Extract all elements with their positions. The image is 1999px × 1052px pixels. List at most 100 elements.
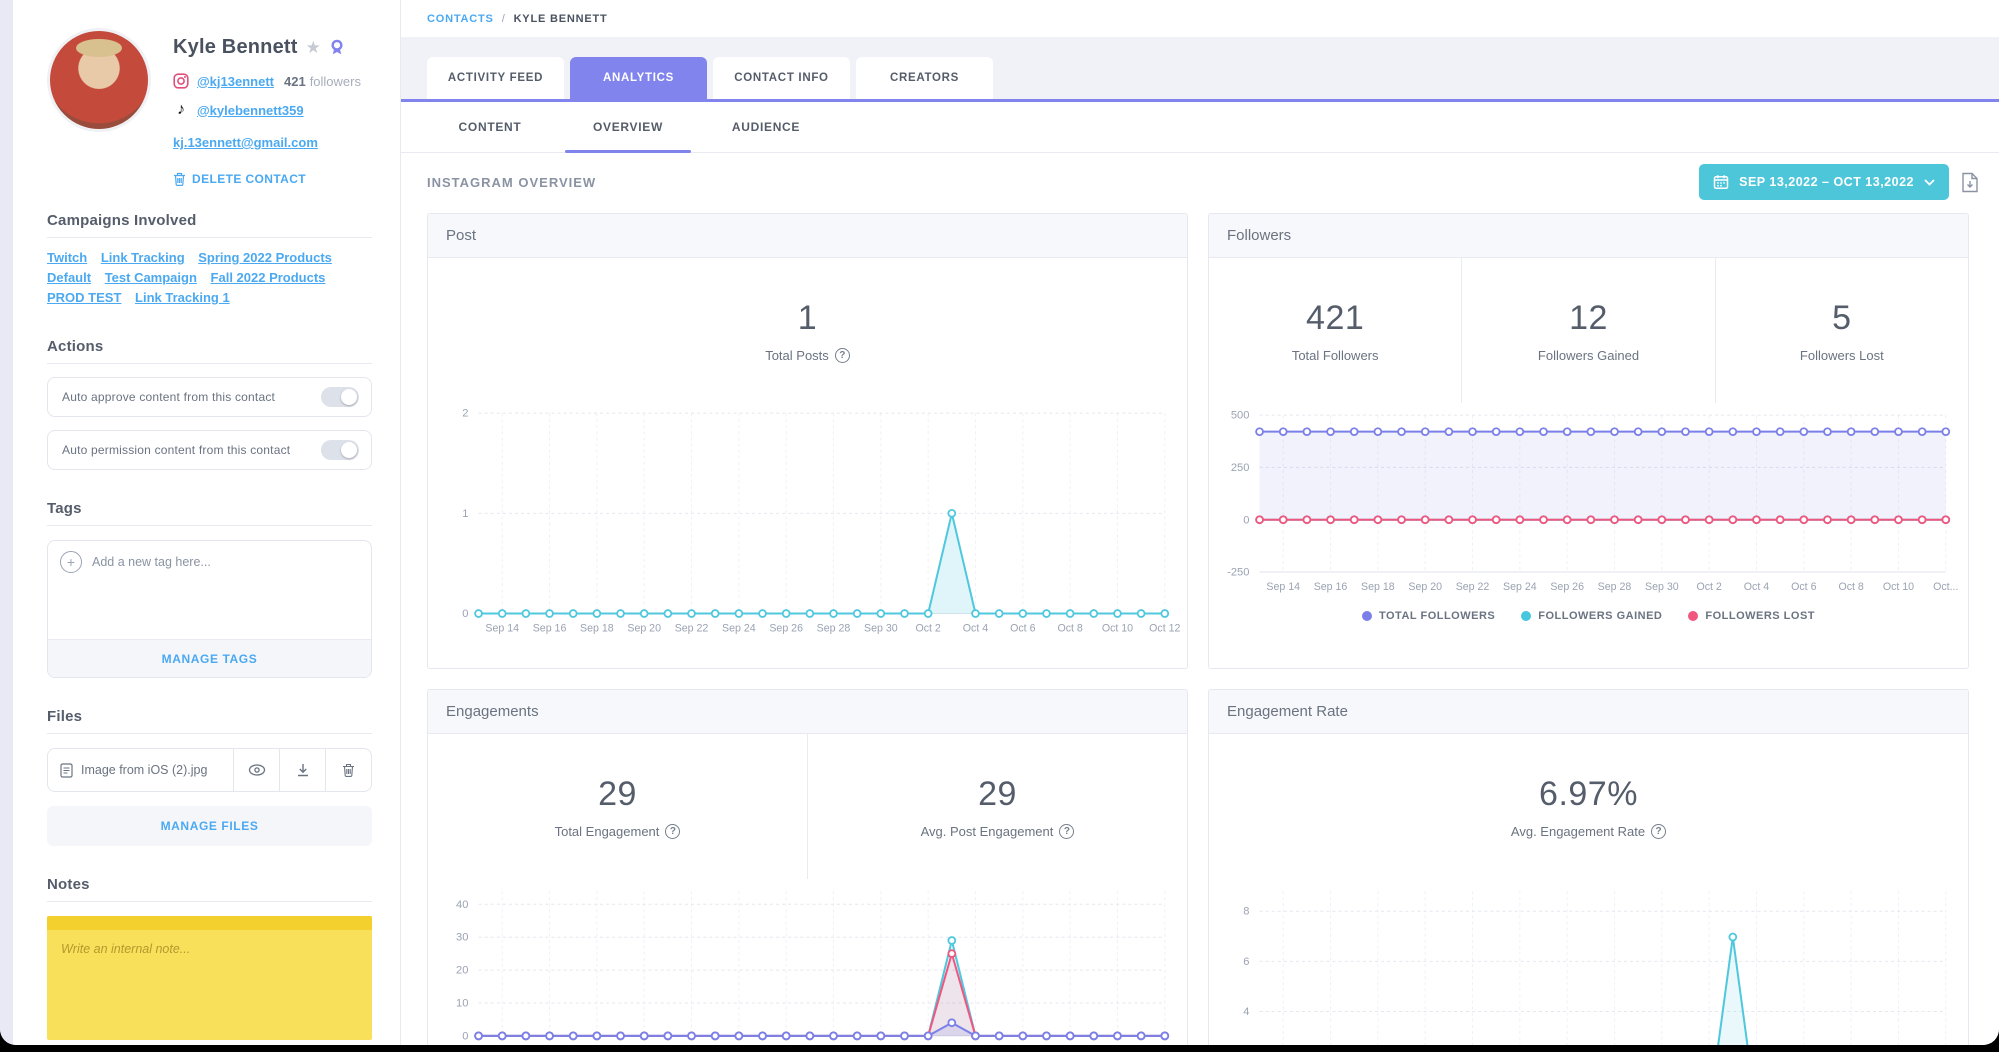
svg-text:2: 2 xyxy=(462,408,468,420)
stat-value: 1 xyxy=(798,299,817,338)
tags-empty-area xyxy=(48,583,371,639)
tab-contact-info[interactable]: CONTACT INFO xyxy=(713,57,850,99)
chart-wrap: Sep 14Sep 16Sep 18Sep 20Sep 22Sep 24Sep … xyxy=(428,879,1187,1045)
svg-text:Sep 22: Sep 22 xyxy=(1456,581,1490,593)
delete-contact-button[interactable]: DELETE CONTACT xyxy=(173,172,361,186)
campaign-link[interactable]: Link Tracking xyxy=(101,250,185,265)
date-range-button[interactable]: SEP 13,2022 – OCT 13,2022 xyxy=(1699,164,1949,200)
file-icon xyxy=(60,763,73,778)
card-title-engagements: Engagements xyxy=(428,690,1187,734)
auto-approve-toggle[interactable] xyxy=(321,387,359,407)
svg-text:Sep 18: Sep 18 xyxy=(1361,581,1395,593)
svg-text:40: 40 xyxy=(456,899,468,911)
subtab-content[interactable]: CONTENT xyxy=(421,102,559,152)
auto-permission-toggle[interactable] xyxy=(321,440,359,460)
campaign-link[interactable]: PROD TEST xyxy=(47,290,121,305)
svg-text:0: 0 xyxy=(1243,514,1249,526)
svg-text:Sep 20: Sep 20 xyxy=(1408,581,1442,593)
help-icon[interactable]: ? xyxy=(835,348,850,363)
stat-label: Total Followers xyxy=(1292,348,1379,363)
date-range-label: SEP 13,2022 – OCT 13,2022 xyxy=(1739,175,1914,189)
email-link[interactable]: kj.13ennett@gmail.com xyxy=(173,135,318,150)
tab-creators[interactable]: CREATORS xyxy=(856,57,993,99)
card-title-engagement_rate: Engagement Rate xyxy=(1209,690,1968,734)
tab-analytics[interactable]: ANALYTICS xyxy=(570,57,707,99)
svg-text:Sep 24: Sep 24 xyxy=(1503,581,1537,593)
tiktok-icon: ♪ xyxy=(173,101,189,119)
file-row: Image from iOS (2).jpg xyxy=(47,748,372,792)
stat: 5Followers Lost xyxy=(1715,258,1968,403)
card-followers: Followers421Total Followers12Followers G… xyxy=(1208,213,1969,669)
stats-row: 1Total Posts? xyxy=(428,258,1187,403)
trash-icon xyxy=(173,172,186,186)
svg-text:Oct 4: Oct 4 xyxy=(963,623,988,635)
export-report-button[interactable] xyxy=(1961,172,1979,193)
auto-approve-label: Auto approve content from this contact xyxy=(62,390,275,404)
svg-text:Oct...: Oct... xyxy=(1933,581,1958,593)
campaign-link[interactable]: Link Tracking 1 xyxy=(135,290,230,305)
svg-text:Sep 24: Sep 24 xyxy=(722,623,756,635)
stat-label: Followers Lost xyxy=(1800,348,1884,363)
eye-icon xyxy=(248,764,266,776)
svg-text:Oct 6: Oct 6 xyxy=(1010,623,1035,635)
svg-text:20: 20 xyxy=(456,965,468,977)
chart-legend: TOTAL FOLLOWERSFOLLOWERS GAINEDFOLLOWERS… xyxy=(1209,602,1968,622)
legend-dot-icon xyxy=(1521,611,1531,621)
campaign-link[interactable]: Fall 2022 Products xyxy=(211,270,326,285)
star-icon[interactable]: ★ xyxy=(306,39,321,56)
manage-tags-button[interactable]: MANAGE TAGS xyxy=(48,639,371,677)
chart-wrap: Sep 14Sep 16Sep 18Sep 20Sep 22Sep 24Sep … xyxy=(1209,879,1968,1045)
analytics-panel: CONTENT OVERVIEW AUDIENCE INSTAGRAM OVER… xyxy=(401,102,1999,1045)
engagements-chart: Sep 14Sep 16Sep 18Sep 20Sep 22Sep 24Sep … xyxy=(434,879,1181,1045)
svg-text:Sep 28: Sep 28 xyxy=(1598,581,1632,593)
card-title-post: Post xyxy=(428,214,1187,258)
manage-files-button[interactable]: MANAGE FILES xyxy=(47,806,372,846)
actions-title: Actions xyxy=(47,338,372,364)
instagram-icon xyxy=(173,73,189,89)
svg-text:Sep 14: Sep 14 xyxy=(485,623,519,635)
svg-text:Sep 26: Sep 26 xyxy=(769,623,803,635)
svg-text:1: 1 xyxy=(462,508,468,520)
svg-text:Sep 20: Sep 20 xyxy=(627,623,661,635)
svg-text:-250: -250 xyxy=(1227,567,1249,579)
overview-title: INSTAGRAM OVERVIEW xyxy=(427,175,596,190)
svg-text:Sep 30: Sep 30 xyxy=(1645,581,1679,593)
campaign-link[interactable]: Twitch xyxy=(47,250,87,265)
tags-title: Tags xyxy=(47,500,372,526)
auto-permission-label: Auto permission content from this contac… xyxy=(62,443,290,457)
instagram-handle-link[interactable]: @kj13ennett xyxy=(197,74,274,89)
svg-text:Sep 14: Sep 14 xyxy=(1266,581,1300,593)
svg-text:Oct 4: Oct 4 xyxy=(1744,581,1769,593)
campaign-link[interactable]: Default xyxy=(47,270,91,285)
help-icon[interactable]: ? xyxy=(1651,824,1666,839)
add-tag-icon[interactable]: + xyxy=(60,551,82,573)
profile-section: Kyle Bennett ★ @kj13ennett 421 followers… xyxy=(47,28,372,186)
cards-grid: Post1Total Posts?Sep 14Sep 16Sep 18Sep 2… xyxy=(401,211,1999,1045)
note-input[interactable] xyxy=(47,930,372,1038)
campaign-links: Twitch Link Tracking Spring 2022 Product… xyxy=(47,238,372,308)
stat: 421Total Followers xyxy=(1209,258,1461,403)
campaign-link[interactable]: Test Campaign xyxy=(105,270,197,285)
export-file-icon xyxy=(1961,172,1979,193)
tiktok-handle-link[interactable]: @kylebennett359 xyxy=(197,103,304,118)
campaign-link[interactable]: Spring 2022 Products xyxy=(198,250,332,265)
stats-row: 6.97%Avg. Engagement Rate? xyxy=(1209,734,1968,879)
creator-badge-icon xyxy=(329,39,345,56)
stat-label: Followers Gained xyxy=(1538,348,1639,363)
contact-sidebar: Kyle Bennett ★ @kj13ennett 421 followers… xyxy=(13,0,401,1045)
breadcrumb-separator: / xyxy=(502,13,506,25)
help-icon[interactable]: ? xyxy=(1059,824,1074,839)
breadcrumb-contacts-link[interactable]: CONTACTS xyxy=(427,13,494,25)
preview-file-button[interactable] xyxy=(233,749,279,791)
help-icon[interactable]: ? xyxy=(665,824,680,839)
download-file-button[interactable] xyxy=(279,749,325,791)
svg-text:Sep 28: Sep 28 xyxy=(817,623,851,635)
svg-text:Sep 16: Sep 16 xyxy=(533,623,567,635)
tag-input[interactable] xyxy=(92,555,359,569)
subtab-overview[interactable]: OVERVIEW xyxy=(559,102,697,152)
tab-activity-feed[interactable]: ACTIVITY FEED xyxy=(427,57,564,99)
subtab-audience[interactable]: AUDIENCE xyxy=(697,102,835,152)
avatar xyxy=(47,28,151,132)
delete-file-button[interactable] xyxy=(325,749,371,791)
engagement_rate-chart: Sep 14Sep 16Sep 18Sep 20Sep 22Sep 24Sep … xyxy=(1215,879,1962,1045)
